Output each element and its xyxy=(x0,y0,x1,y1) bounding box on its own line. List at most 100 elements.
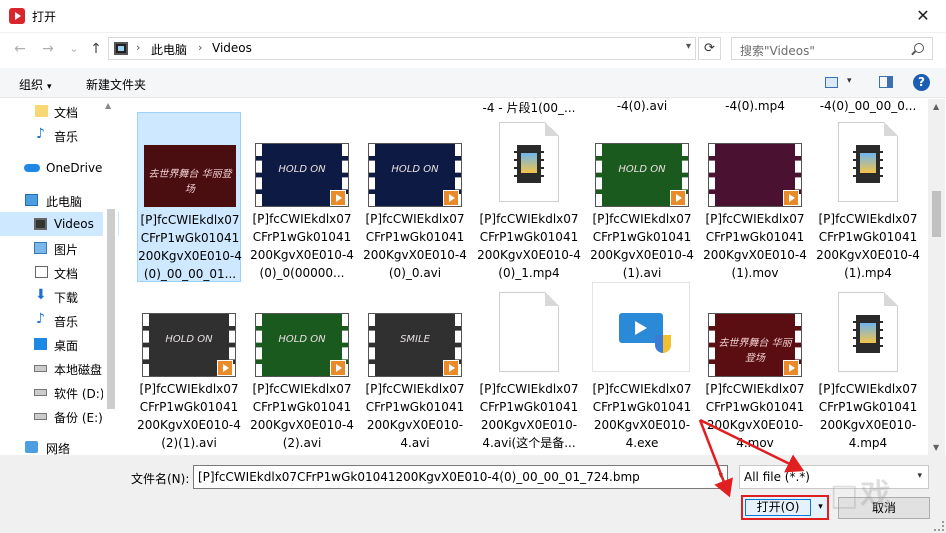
file-tile[interactable]: [P]fcCWIEkdlx07CFrP1wGk01041200KgvX0E010… xyxy=(703,112,807,282)
help-icon[interactable]: ? xyxy=(913,74,930,91)
thumbnail-text: HOLD ON xyxy=(618,164,666,175)
sidebar-item-label: 桌面 xyxy=(54,339,79,353)
preview-pane-icon[interactable] xyxy=(879,76,893,88)
recent-locations-icon[interactable]: ⌄ xyxy=(64,39,84,59)
file-list-scrollbar[interactable]: ▲ ▼ xyxy=(928,99,945,455)
sidebar-item-label: 此电脑 xyxy=(46,195,83,209)
music-icon: ♪ xyxy=(36,126,45,142)
play-badge-icon xyxy=(443,190,459,206)
media-file-icon xyxy=(499,122,559,202)
disk-icon xyxy=(34,389,47,396)
scroll-down-icon[interactable]: ▼ xyxy=(933,443,939,452)
search-input[interactable]: 搜索"Videos" xyxy=(731,37,933,60)
open-button[interactable]: 打开(O) xyxy=(745,499,811,516)
chevron-down-icon[interactable]: ▾ xyxy=(718,471,723,481)
sidebar-item-label: 文档 xyxy=(54,106,79,120)
filename-input[interactable]: [P]fcCWIEkdlx07CFrP1wGk01041200KgvX0E010… xyxy=(193,465,728,489)
open-options-dropdown[interactable]: ▾ xyxy=(814,499,827,516)
file-tile[interactable]: [P]fcCWIEkdlx07CFrP1wGk01041200KgvX0E010… xyxy=(477,282,581,452)
sidebar-item-label: 备份 (E:) xyxy=(54,411,103,425)
thumbnail-text: HOLD ON xyxy=(165,334,213,345)
partial-file-caption[interactable]: -4(0)_00_00_0... xyxy=(816,99,920,113)
sidebar-item-this-pc[interactable]: 此电脑 xyxy=(0,188,119,212)
file-name: [P]fcCWIEkdlx07CFrP1wGk01041200KgvX0E010… xyxy=(363,212,467,280)
up-arrow-icon[interactable]: ↑ xyxy=(86,39,106,59)
sidebar-item-music[interactable]: ♪ 音乐 xyxy=(0,123,119,147)
sidebar-item-label: 音乐 xyxy=(54,130,79,144)
resize-grip[interactable] xyxy=(934,521,944,531)
sidebar-item-documents-2[interactable]: 文档 xyxy=(0,260,119,284)
sidebar-item-onedrive[interactable]: OneDrive xyxy=(0,156,119,180)
partial-file-caption[interactable]: -4(0).avi xyxy=(590,99,694,113)
desktop-icon xyxy=(34,338,47,350)
sidebar-scroll-thumb[interactable] xyxy=(107,209,115,409)
sidebar-item-pictures[interactable]: 图片 xyxy=(0,236,119,260)
sidebar-item-label: 网络 xyxy=(46,442,71,455)
sidebar-item-desktop[interactable]: 桌面 xyxy=(0,332,119,356)
play-badge-icon xyxy=(330,360,346,376)
media-file-icon xyxy=(838,292,898,372)
sidebar-item-label: Videos xyxy=(54,217,94,231)
scroll-up-icon[interactable]: ▲ xyxy=(933,102,939,111)
file-tile[interactable]: [P]fcCWIEkdlx07CFrP1wGk01041200KgvX0E010… xyxy=(816,112,920,282)
scroll-up-icon[interactable]: ▲ xyxy=(105,101,111,110)
sidebar-item-drive-d[interactable]: 软件 (D:) xyxy=(0,380,119,404)
close-button[interactable]: ✕ xyxy=(900,0,946,32)
file-name: [P]fcCWIEkdlx07CFrP1wGk01041200KgvX0E010… xyxy=(818,382,918,450)
watermark-logo: □戏 xyxy=(830,478,893,513)
sidebar-item-downloads[interactable]: ⬇ 下载 xyxy=(0,284,119,308)
file-tile[interactable]: HOLD ON [P]fcCWIEkdlx07CFrP1wGk01041200K… xyxy=(137,282,241,452)
file-tile[interactable]: SMILE [P]fcCWIEkdlx07CFrP1wGk01041200Kgv… xyxy=(363,282,467,452)
thumbnail-text: 去世界舞台 华丽登场 xyxy=(148,169,232,195)
scroll-thumb[interactable] xyxy=(932,191,941,237)
sidebar-item-videos[interactable]: Videos xyxy=(0,212,119,236)
breadcrumb-separator: › xyxy=(198,41,203,54)
file-tile[interactable]: [P]fcCWIEkdlx07CFrP1wGk01041200KgvX0E010… xyxy=(816,282,920,452)
blank-file-icon xyxy=(499,292,559,372)
partial-file-caption[interactable]: -4(0).mp4 xyxy=(703,99,807,113)
film-strip-icon xyxy=(514,145,544,183)
breadcrumb-this-pc[interactable]: 此电脑 xyxy=(151,41,187,58)
search-placeholder: 搜索"Videos" xyxy=(740,44,815,58)
file-tile[interactable]: 去世界舞台 华丽登场 [P]fcCWIEkdlx07CFrP1wGk010412… xyxy=(703,282,807,452)
thumbnail-text: HOLD ON xyxy=(278,334,326,345)
play-badge-icon xyxy=(330,190,346,206)
sidebar-item-music-2[interactable]: ♪ 音乐 xyxy=(0,308,119,332)
open-button-highlight: 打开(O) ▾ xyxy=(741,495,829,520)
file-tile[interactable]: 去世界舞台 华丽登场 [P]fcCWIEkdlx07CFrP1wGk010412… xyxy=(137,112,242,282)
view-mode-icon[interactable] xyxy=(825,77,838,88)
thumbnail-text: SMILE xyxy=(400,334,430,345)
address-dropdown-icon[interactable]: ▾ xyxy=(686,41,691,52)
sidebar-item-network[interactable]: 网络 xyxy=(0,435,119,455)
disk-icon xyxy=(34,365,47,372)
sidebar-item-local-disk[interactable]: 本地磁盘 xyxy=(0,356,119,380)
download-icon: ⬇ xyxy=(35,287,47,303)
sidebar-item-documents[interactable]: 文档 xyxy=(0,99,119,123)
address-bar[interactable]: › 此电脑 › Videos ▾ xyxy=(108,37,696,60)
film-strip-icon xyxy=(853,145,883,183)
play-badge-icon xyxy=(783,360,799,376)
file-tile[interactable]: HOLD ON [P]fcCWIEkdlx07CFrP1wGk01041200K… xyxy=(590,112,694,282)
sidebar-item-label: 音乐 xyxy=(54,315,79,329)
file-tile[interactable]: HOLD ON [P]fcCWIEkdlx07CFrP1wGk01041200K… xyxy=(363,112,467,282)
organize-menu[interactable]: 组织 ▾ xyxy=(19,76,52,93)
breadcrumb-separator: › xyxy=(136,41,141,54)
network-icon xyxy=(25,441,38,453)
file-tile[interactable]: [P]fcCWIEkdlx07CFrP1wGk01041200KgvX0E010… xyxy=(477,112,581,282)
sidebar-item-drive-e[interactable]: 备份 (E:) xyxy=(0,404,119,428)
refresh-button[interactable]: ⟳ xyxy=(698,37,721,60)
file-name: [P]fcCWIEkdlx07CFrP1wGk01041200KgvX0E010… xyxy=(590,212,694,280)
play-badge-icon xyxy=(217,360,233,376)
file-tile[interactable]: HOLD ON [P]fcCWIEkdlx07CFrP1wGk01041200K… xyxy=(250,112,354,282)
file-tile[interactable]: [P]fcCWIEkdlx07CFrP1wGk01041200KgvX0E010… xyxy=(590,282,694,452)
new-folder-button[interactable]: 新建文件夹 xyxy=(86,76,146,93)
sidebar-item-label: 软件 (D:) xyxy=(54,387,105,401)
back-arrow-icon[interactable]: ← xyxy=(10,39,30,59)
forward-arrow-icon[interactable]: → xyxy=(38,39,58,59)
folder-icon xyxy=(35,105,48,117)
filename-label: 文件名(N): xyxy=(131,472,190,486)
video-folder-icon xyxy=(114,42,128,55)
file-tile[interactable]: HOLD ON [P]fcCWIEkdlx07CFrP1wGk01041200K… xyxy=(250,282,354,452)
breadcrumb-videos[interactable]: Videos xyxy=(212,41,252,55)
chevron-down-icon[interactable]: ▾ xyxy=(847,76,852,86)
